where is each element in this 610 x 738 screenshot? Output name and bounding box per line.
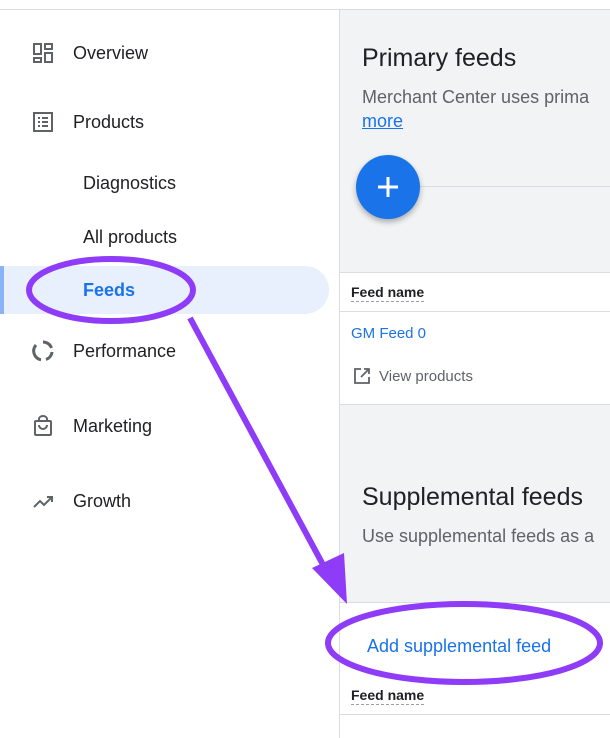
shopping-bag-icon	[31, 414, 55, 438]
feed-name-column-header[interactable]: Feed name	[351, 284, 425, 302]
primary-feeds-description: Merchant Center uses prima	[362, 87, 590, 107]
sidebar-item-feeds[interactable]: Feeds	[0, 266, 329, 314]
learn-more-link[interactable]: more	[362, 111, 403, 132]
list-icon	[31, 110, 55, 134]
table-header-divider	[340, 311, 610, 312]
add-supplemental-feed-button[interactable]: Add supplemental feed	[367, 636, 551, 657]
dashboard-icon	[31, 41, 55, 65]
supplemental-feeds-description: Use supplemental feeds as a	[362, 526, 595, 546]
view-products-label: View products	[379, 367, 473, 385]
sidebar-item-label: Diagnostics	[83, 172, 177, 193]
sidebar-item-label: Products	[73, 111, 145, 132]
plus-icon	[378, 177, 398, 197]
sidebar-item-products[interactable]: Products	[0, 102, 330, 142]
sidebar-item-label: All products	[83, 226, 178, 247]
table-header-divider	[340, 714, 610, 715]
sidebar-item-label: Overview	[73, 42, 149, 63]
sidebar-item-all-products[interactable]: All products	[0, 217, 330, 257]
view-products-link[interactable]: View products	[353, 367, 473, 385]
feed-name-link[interactable]: GM Feed 0	[351, 325, 426, 342]
trending-up-icon	[31, 489, 55, 513]
sidebar-item-label: Performance	[73, 340, 177, 361]
feed-name-column-header[interactable]: Feed name	[351, 687, 425, 705]
sidebar-item-label: Growth	[73, 490, 132, 511]
table-top-border	[340, 602, 610, 603]
sidebar-item-growth[interactable]: Growth	[0, 481, 330, 521]
supplemental-feeds-table	[340, 602, 610, 738]
sidebar-item-marketing[interactable]: Marketing	[0, 406, 330, 446]
sidebar-item-diagnostics[interactable]: Diagnostics	[0, 163, 330, 203]
sidebar-item-performance[interactable]: Performance	[0, 331, 330, 371]
sidebar-item-label: Feeds	[83, 279, 136, 300]
donut-icon	[31, 339, 55, 363]
section-divider	[420, 186, 610, 187]
sidebar-item-overview[interactable]: Overview	[0, 33, 330, 73]
table-top-border	[340, 272, 610, 273]
add-primary-feed-button[interactable]	[356, 155, 420, 219]
open-in-new-icon	[354, 368, 370, 384]
sidebar-item-label: Marketing	[73, 415, 153, 436]
primary-feeds-title: Primary feeds	[362, 44, 517, 72]
table-bottom-border	[340, 404, 610, 405]
supplemental-feeds-title: Supplemental feeds	[362, 483, 583, 511]
